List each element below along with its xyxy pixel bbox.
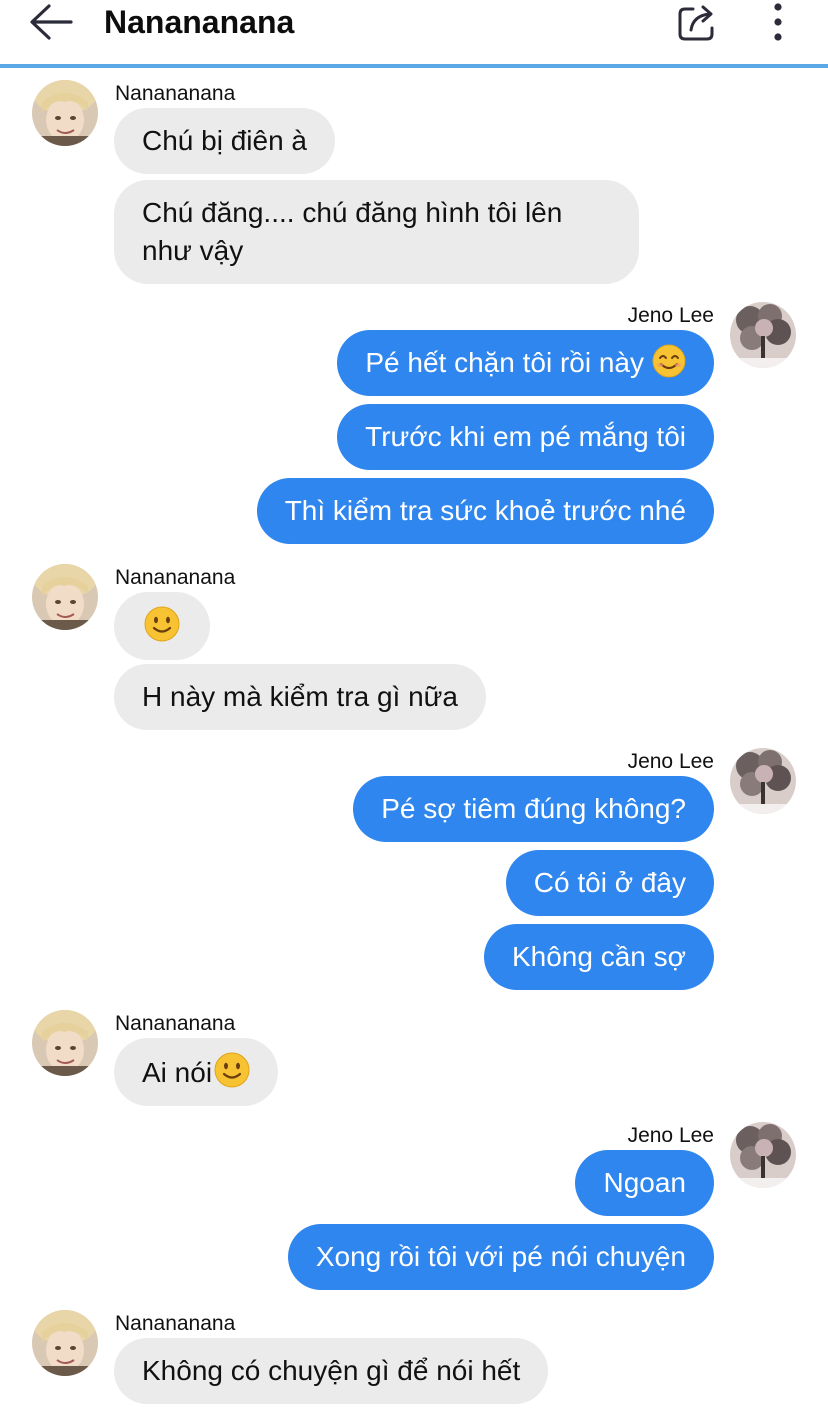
message-bubble-incoming[interactable]: Chú đăng.... chú đăng hình tôi lên như v… (114, 180, 639, 284)
more-vertical-icon (774, 3, 782, 41)
message-bubble-outgoing[interactable]: Không cần sợ (483, 924, 714, 990)
message-bubble-outgoing[interactable]: Pé hết chặn tôi rồi này (337, 330, 714, 396)
message-bubble-outgoing[interactable]: Có tôi ở đây (505, 850, 714, 916)
message-bubble-incoming[interactable]: H này mà kiểm tra gì nữa (114, 664, 486, 730)
message-bubble-incoming[interactable]: Chú bị điên à (114, 108, 336, 174)
conversation-title: Nanananana (104, 4, 295, 40)
smiling-face-icon (652, 344, 686, 378)
avatar-jeno-lee[interactable] (730, 1122, 796, 1188)
message-bubble-incoming[interactable] (114, 592, 210, 660)
avatar-jeno-lee[interactable] (730, 302, 796, 368)
header-divider (0, 64, 828, 68)
back-button[interactable] (22, 0, 78, 44)
message-text: Ai nói (142, 1057, 213, 1088)
more-options-button[interactable] (760, 0, 796, 44)
sender-name: Nanananana (115, 1012, 236, 1035)
sender-name: Jeno Lee (627, 750, 714, 773)
chat-header: Nanananana (0, 0, 828, 68)
sender-name: Jeno Lee (627, 1124, 714, 1147)
arrow-left-icon (30, 4, 73, 40)
avatar-nanananana[interactable] (32, 80, 98, 146)
message-bubble-incoming[interactable]: Ai nói (114, 1038, 279, 1106)
message-bubble-outgoing[interactable]: Trước khi em pé mắng tôi (337, 404, 714, 470)
message-bubble-outgoing[interactable]: Xong rồi tôi với pé nói chuyện (287, 1224, 714, 1290)
sender-name: Nanananana (115, 1312, 236, 1335)
avatar-nanananana[interactable] (32, 1010, 98, 1076)
message-text: Pé hết chặn tôi rồi này (365, 347, 644, 378)
slightly-smiling-face-icon (214, 1052, 250, 1088)
message-bubble-outgoing[interactable]: Pé sợ tiêm đúng không? (353, 776, 714, 842)
slightly-smiling-face-icon (144, 606, 180, 642)
sender-name: Nanananana (115, 82, 236, 105)
avatar-jeno-lee[interactable] (730, 748, 796, 814)
message-bubble-outgoing[interactable]: Ngoan (575, 1150, 714, 1216)
share-icon (678, 5, 714, 41)
sender-name: Jeno Lee (627, 304, 714, 327)
avatar-nanananana[interactable] (32, 1310, 98, 1376)
sender-name: Nanananana (115, 566, 236, 589)
message-bubble-outgoing[interactable]: Thì kiểm tra sức khoẻ trước nhé (256, 478, 714, 544)
avatar-nanananana[interactable] (32, 564, 98, 630)
share-button[interactable] (672, 0, 722, 44)
message-bubble-incoming[interactable]: Không có chuyện gì để nói hết (114, 1338, 549, 1404)
